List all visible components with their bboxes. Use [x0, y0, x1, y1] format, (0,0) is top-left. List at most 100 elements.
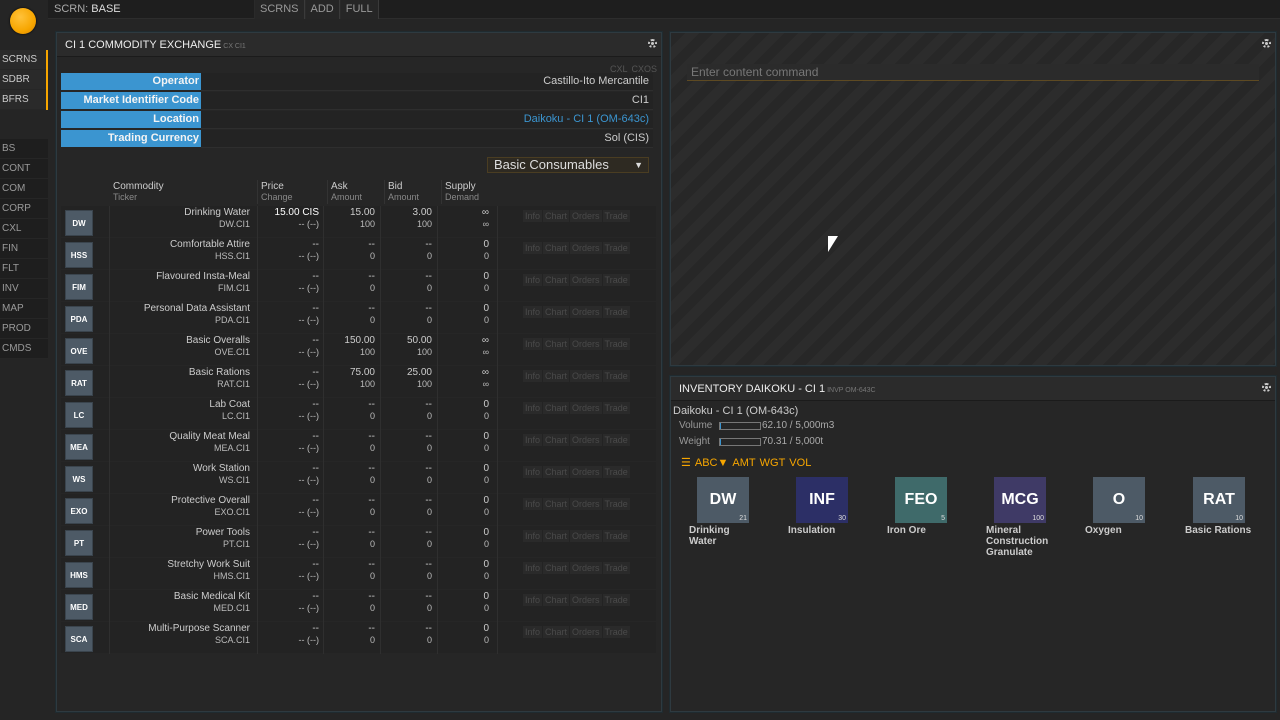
trade-button[interactable]: Trade: [602, 402, 630, 414]
orders-button[interactable]: Orders: [570, 306, 602, 318]
chart-button[interactable]: Chart: [543, 210, 570, 222]
info-button[interactable]: Info: [523, 306, 543, 318]
trade-button[interactable]: Trade: [602, 210, 630, 222]
info-button[interactable]: Info: [523, 274, 543, 286]
trade-button[interactable]: Trade: [602, 562, 630, 574]
scrns-button[interactable]: SCRNS: [254, 0, 305, 19]
nav-bs[interactable]: BS: [0, 139, 48, 159]
chart-button[interactable]: Chart: [543, 626, 570, 638]
nav-corp[interactable]: CORP: [0, 199, 48, 219]
ticker-badge[interactable]: FIM: [65, 274, 93, 300]
orders-button[interactable]: Orders: [570, 434, 602, 446]
chart-button[interactable]: Chart: [543, 370, 570, 382]
nav-cxl[interactable]: CXL: [0, 219, 48, 239]
nav-prod[interactable]: PROD: [0, 319, 48, 339]
info-button[interactable]: Info: [523, 466, 543, 478]
trade-button[interactable]: Trade: [602, 370, 630, 382]
ticker-badge[interactable]: PDA: [65, 306, 93, 332]
trade-button[interactable]: Trade: [602, 498, 630, 510]
info-button[interactable]: Info: [523, 402, 543, 414]
material-tile[interactable]: MCG 100: [994, 477, 1046, 523]
ticker-badge[interactable]: EXO: [65, 498, 93, 524]
nav-fin[interactable]: FIN: [0, 239, 48, 259]
ticker-badge[interactable]: RAT: [65, 370, 93, 396]
info-button[interactable]: Info: [523, 434, 543, 446]
ticker-badge[interactable]: HMS: [65, 562, 93, 588]
trade-button[interactable]: Trade: [602, 434, 630, 446]
material-tile[interactable]: DW 21: [697, 477, 749, 523]
trade-button[interactable]: Trade: [602, 594, 630, 606]
trade-button[interactable]: Trade: [602, 530, 630, 542]
sort-abc[interactable]: ABC▼: [695, 457, 729, 469]
nav-com[interactable]: COM: [0, 179, 48, 199]
trade-button[interactable]: Trade: [602, 338, 630, 350]
category-select[interactable]: Basic Consumables ▼: [487, 157, 649, 173]
orders-button[interactable]: Orders: [570, 242, 602, 254]
orders-button[interactable]: Orders: [570, 562, 602, 574]
trade-button[interactable]: Trade: [602, 242, 630, 254]
info-button[interactable]: Info: [523, 338, 543, 350]
sort-wgt[interactable]: WGT: [760, 457, 786, 469]
info-button[interactable]: Info: [523, 498, 543, 510]
list-icon[interactable]: ☰: [681, 457, 691, 469]
chart-button[interactable]: Chart: [543, 530, 570, 542]
trade-button[interactable]: Trade: [602, 306, 630, 318]
nav-cont[interactable]: CONT: [0, 159, 48, 179]
orders-button[interactable]: Orders: [570, 626, 602, 638]
info-button[interactable]: Info: [523, 626, 543, 638]
ticker-badge[interactable]: SCA: [65, 626, 93, 652]
chart-button[interactable]: Chart: [543, 434, 570, 446]
material-tile[interactable]: RAT 10: [1193, 477, 1245, 523]
orders-button[interactable]: Orders: [570, 274, 602, 286]
material-tile[interactable]: FEO 5: [895, 477, 947, 523]
chart-button[interactable]: Chart: [543, 466, 570, 478]
chart-button[interactable]: Chart: [543, 242, 570, 254]
nav-bfrs[interactable]: BFRS: [0, 90, 48, 110]
material-tile[interactable]: O 10: [1093, 477, 1145, 523]
nav-map[interactable]: MAP: [0, 299, 48, 319]
trade-button[interactable]: Trade: [602, 626, 630, 638]
nav-flt[interactable]: FLT: [0, 259, 48, 279]
gear-icon[interactable]: [1262, 383, 1271, 392]
info-button[interactable]: Info: [523, 562, 543, 574]
orders-button[interactable]: Orders: [570, 210, 602, 222]
orders-button[interactable]: Orders: [570, 402, 602, 414]
ticker-badge[interactable]: MEA: [65, 434, 93, 460]
ticker-badge[interactable]: OVE: [65, 338, 93, 364]
chart-button[interactable]: Chart: [543, 274, 570, 286]
orders-button[interactable]: Orders: [570, 370, 602, 382]
info-button[interactable]: Info: [523, 210, 543, 222]
trade-button[interactable]: Trade: [602, 466, 630, 478]
chart-button[interactable]: Chart: [543, 562, 570, 574]
add-button[interactable]: ADD: [304, 0, 340, 19]
orders-button[interactable]: Orders: [570, 498, 602, 510]
chart-button[interactable]: Chart: [543, 338, 570, 350]
orders-button[interactable]: Orders: [570, 530, 602, 542]
info-button[interactable]: Info: [523, 530, 543, 542]
orders-button[interactable]: Orders: [570, 466, 602, 478]
info-button[interactable]: Info: [523, 594, 543, 606]
command-input[interactable]: Enter content command: [687, 64, 1259, 81]
nav-scrns[interactable]: SCRNS: [0, 50, 48, 70]
orders-button[interactable]: Orders: [570, 594, 602, 606]
logo-icon[interactable]: [10, 8, 36, 34]
gear-icon[interactable]: [1262, 39, 1271, 48]
nav-inv[interactable]: INV: [0, 279, 48, 299]
info-button[interactable]: Info: [523, 370, 543, 382]
gear-icon[interactable]: [648, 39, 657, 48]
chart-button[interactable]: Chart: [543, 402, 570, 414]
ticker-badge[interactable]: MED: [65, 594, 93, 620]
ticker-badge[interactable]: DW: [65, 210, 93, 236]
ticker-badge[interactable]: PT: [65, 530, 93, 556]
sort-vol[interactable]: VOL: [789, 457, 811, 469]
ticker-badge[interactable]: HSS: [65, 242, 93, 268]
info-button[interactable]: Info: [523, 242, 543, 254]
ticker-badge[interactable]: WS: [65, 466, 93, 492]
sort-amt[interactable]: AMT: [732, 457, 755, 469]
orders-button[interactable]: Orders: [570, 338, 602, 350]
nav-sdbr[interactable]: SDBR: [0, 70, 48, 90]
material-tile[interactable]: INF 30: [796, 477, 848, 523]
full-button[interactable]: FULL: [339, 0, 379, 19]
info-value[interactable]: Daikoku - CI 1 (OM-643c): [201, 111, 653, 129]
chart-button[interactable]: Chart: [543, 498, 570, 510]
